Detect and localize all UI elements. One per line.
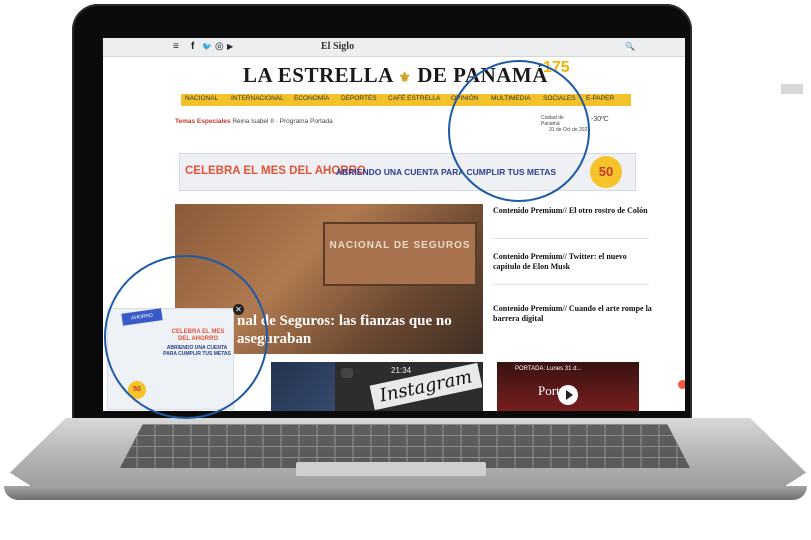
story-divider	[493, 284, 649, 285]
site-topbar: ≡ f 🐦 ◎ ▶ El Siglo 🔍	[103, 38, 685, 57]
el-siglo-link[interactable]: El Siglo	[321, 41, 354, 52]
nav-item-epaper[interactable]: E-PAPER	[586, 95, 614, 102]
laptop-lip	[4, 486, 807, 500]
temas-label: Temas Especiales	[175, 118, 231, 125]
highlight-circle-weather	[448, 60, 590, 202]
highlight-circle-popup	[104, 255, 268, 419]
temas-especiales: Temas Especiales Reina Isabel II · Progr…	[175, 118, 333, 125]
nav-item-nacional[interactable]: NACIONAL	[185, 95, 218, 102]
logo-emblem-icon: ⚜	[398, 71, 412, 86]
youtube-icon[interactable]: ▶	[227, 42, 233, 51]
side-story-2[interactable]: Contenido Premium// Twitter: el nuevo ca…	[493, 252, 653, 272]
story-divider	[493, 238, 649, 239]
side-story-1[interactable]: Contenido Premium// El otro rostro de Co…	[493, 206, 653, 216]
twitter-icon[interactable]: 🐦	[202, 42, 212, 51]
nav-item-deportes[interactable]: DEPORTES	[341, 95, 377, 102]
logo-text-left: LA ESTRELLA	[243, 63, 393, 87]
search-icon[interactable]: 🔍	[625, 42, 635, 51]
nav-item-economia[interactable]: ECONOMÍA	[294, 95, 329, 102]
menu-icon[interactable]: ≡	[173, 41, 179, 52]
ad-50-badge: 50	[590, 156, 622, 188]
instagram-icon[interactable]: ◎	[215, 41, 224, 52]
hero-sign-text: NACIONAL DE SEGUROS	[329, 240, 471, 251]
play-icon[interactable]	[558, 385, 578, 405]
side-story-3[interactable]: Contenido Premium// Cuando el arte rompe…	[493, 304, 653, 324]
logo-row: LA ESTRELLA ⚜ DE PANAMÁ 175	[103, 57, 685, 91]
notification-dot-icon[interactable]	[678, 380, 685, 389]
laptop-trackpad	[296, 462, 486, 476]
camera-icon	[341, 368, 353, 378]
facebook-icon[interactable]: f	[191, 41, 194, 52]
hero-sign: NACIONAL DE SEGUROS	[323, 222, 477, 286]
nav-item-internacional[interactable]: INTERNACIONAL	[231, 95, 284, 102]
hero-title[interactable]: nal de Seguros: las fianzas que no asegu…	[237, 312, 477, 348]
temas-links[interactable]: Reina Isabel II · Programa Portada	[232, 118, 332, 125]
nav-item-cafe-estrella[interactable]: CAFÉ ESTRELLA	[388, 95, 440, 102]
instagram-thumb-time: 21:34	[391, 366, 412, 375]
laptop-mockup: ≡ f 🐦 ◎ ▶ El Siglo 🔍 LA ESTRELLA ⚜ DE PA…	[0, 0, 811, 540]
weather-temp: -30ºC	[591, 116, 609, 123]
video-title[interactable]: PORTADA: Lunes 31 d...	[515, 366, 581, 372]
decorative-shape	[781, 84, 803, 94]
